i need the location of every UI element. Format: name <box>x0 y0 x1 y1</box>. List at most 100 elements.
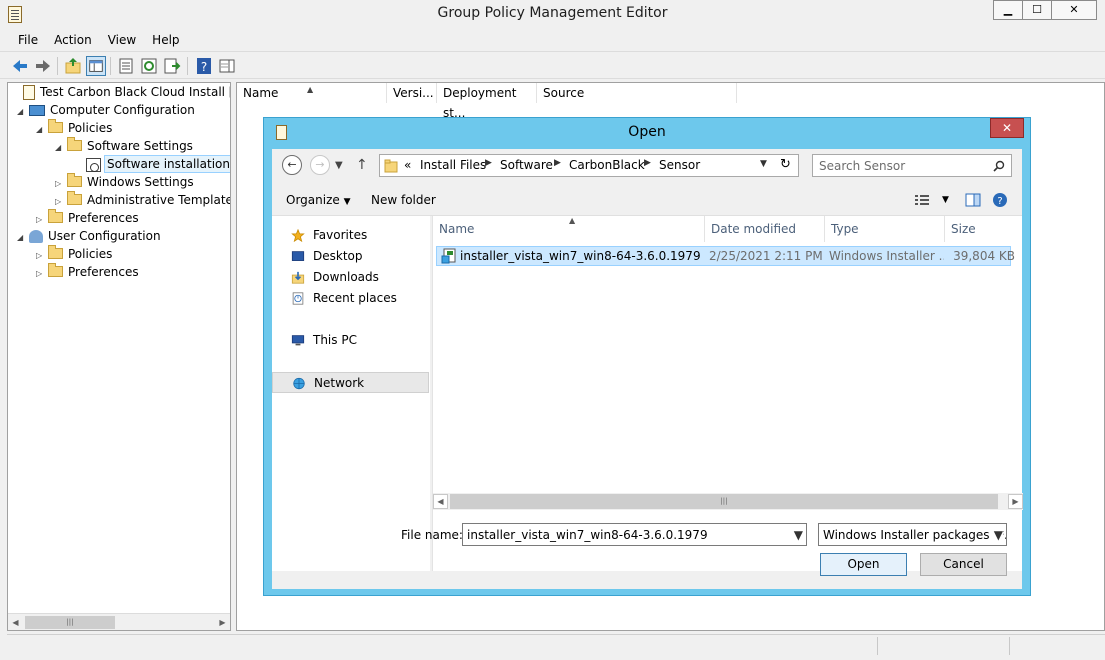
maximize-button[interactable]: ☐ <box>1022 0 1052 20</box>
tree-item-software-settings[interactable]: ◢ Software Settings <box>55 137 195 155</box>
expand-toggle[interactable]: ◢ <box>17 229 29 247</box>
nav-desktop[interactable]: Desktop <box>272 246 429 267</box>
search-icon[interactable] <box>993 160 1005 172</box>
dialog-body: ← → ▼ ↑ « Install Files ▶ Software ▶ Car… <box>272 149 1023 589</box>
search-input[interactable]: Search Sensor <box>819 159 905 173</box>
recent-locations-icon[interactable]: ▼ <box>335 160 343 171</box>
back-arrow-icon[interactable] <box>10 56 30 76</box>
scroll-left-arrow-icon[interactable]: ◀ <box>8 615 23 630</box>
menu-help[interactable]: Help <box>144 30 187 50</box>
expand-toggle[interactable]: ◢ <box>17 103 29 121</box>
tree-item-user-preferences[interactable]: ▷ Preferences <box>36 263 141 281</box>
computer-icon <box>29 105 45 116</box>
chevron-down-icon[interactable]: ▼ <box>794 528 803 542</box>
nav-network[interactable]: Network <box>272 372 429 393</box>
tree-item-gpo-root[interactable]: Test Carbon Black Cloud Install [PROD <box>11 83 230 101</box>
breadcrumb-install-files[interactable]: Install Files <box>420 158 486 172</box>
menu-view[interactable]: View <box>100 30 144 50</box>
up-folder-icon[interactable] <box>63 56 83 76</box>
navigation-pane[interactable]: Favorites Desktop Downloads Recent place… <box>272 216 430 571</box>
scroll-right-arrow-icon[interactable]: ▶ <box>1008 494 1023 509</box>
organize-button[interactable]: Organize ▼ <box>286 193 351 207</box>
refresh-icon[interactable]: ↻ <box>780 157 791 172</box>
breadcrumb-sensor[interactable]: Sensor <box>659 158 700 172</box>
scroll-thumb[interactable]: ||| <box>25 616 115 629</box>
tree-item-software-installation[interactable]: Software installation <box>74 155 230 173</box>
dialog-title-bar[interactable]: Open ✕ <box>264 118 1030 148</box>
export-list-icon[interactable] <box>162 56 182 76</box>
cancel-button[interactable]: Cancel <box>920 553 1007 576</box>
breadcrumb-software[interactable]: Software <box>500 158 553 172</box>
tree-item-computer-configuration[interactable]: ◢ Computer Configuration <box>17 101 197 119</box>
up-one-level-icon[interactable]: ↑ <box>356 157 368 173</box>
expand-toggle[interactable]: ◢ <box>55 139 67 157</box>
breadcrumb-overflow[interactable]: « <box>404 158 411 172</box>
properties-icon[interactable] <box>116 56 136 76</box>
expand-toggle[interactable]: ◢ <box>36 121 48 139</box>
dialog-close-button[interactable]: ✕ <box>990 118 1024 138</box>
console-tree[interactable]: Test Carbon Black Cloud Install [PROD ◢C… <box>7 82 231 631</box>
tree-item-user-configuration[interactable]: ◢ User Configuration <box>17 227 163 245</box>
user-icon <box>29 230 43 243</box>
tree-item-policies[interactable]: ◢ Policies <box>36 119 114 137</box>
show-hide-tree-icon[interactable] <box>86 56 106 76</box>
nav-this-pc[interactable]: This PC <box>272 330 429 351</box>
address-bar[interactable]: « Install Files ▶ Software ▶ CarbonBlack… <box>379 154 799 177</box>
address-dropdown-icon[interactable]: ▼ <box>760 159 767 169</box>
column-header-type[interactable]: Type <box>825 216 945 242</box>
folder-icon <box>67 137 82 151</box>
minimize-button[interactable]: ▁ <box>993 0 1023 20</box>
file-type-select[interactable]: Windows Installer packages (*.msi) ▼ <box>818 523 1007 546</box>
help-icon[interactable]: ? <box>194 56 214 76</box>
file-row[interactable]: installer_vista_win7_win8-64-3.6.0.1979 … <box>436 246 1015 266</box>
column-header-size[interactable]: Size <box>945 216 1023 242</box>
change-view-icon[interactable] <box>915 194 929 206</box>
new-folder-button[interactable]: New folder <box>371 193 436 207</box>
folder-icon <box>384 159 398 173</box>
preview-pane-icon[interactable] <box>965 192 981 208</box>
open-button[interactable]: Open <box>820 553 907 576</box>
nav-favorites[interactable]: Favorites <box>272 225 429 246</box>
column-source[interactable]: Source <box>537 83 737 103</box>
menu-file[interactable]: File <box>10 30 46 50</box>
this-pc-icon <box>291 335 305 346</box>
breadcrumb-separator-icon[interactable]: ▶ <box>485 158 492 168</box>
title-bar[interactable]: Group Policy Management Editor ▁ ☐ ✕ <box>0 0 1105 30</box>
breadcrumb-carbonblack[interactable]: CarbonBlack <box>569 158 645 172</box>
tree-item-administrative-templates[interactable]: ▷ Administrative Templates: <box>55 191 230 209</box>
scroll-thumb[interactable]: ||| <box>450 494 998 509</box>
scroll-left-arrow-icon[interactable]: ◀ <box>433 494 448 509</box>
svg-text:?: ? <box>997 196 1002 207</box>
help-icon[interactable]: ? <box>992 192 1008 208</box>
column-header-name[interactable]: Name ▲ <box>433 216 705 242</box>
column-version[interactable]: Versi... <box>387 83 437 103</box>
file-name-input[interactable]: installer_vista_win7_win8-64-3.6.0.1979 … <box>462 523 807 546</box>
refresh-icon[interactable] <box>139 56 159 76</box>
column-name[interactable]: Name ▲ <box>237 83 387 103</box>
tree-horizontal-scrollbar[interactable]: ◀ ||| ▶ <box>8 613 230 630</box>
tree-item-user-policies[interactable]: ▷ Policies <box>36 245 114 263</box>
expand-toggle[interactable]: ▷ <box>36 265 48 283</box>
forward-arrow-icon[interactable] <box>33 56 53 76</box>
sort-up-icon: ▲ <box>569 216 576 225</box>
tree-item-windows-settings[interactable]: ▷ Windows Settings <box>55 173 196 191</box>
close-button[interactable]: ✕ <box>1051 0 1097 20</box>
search-box[interactable]: Search Sensor <box>812 154 1012 177</box>
file-list-horizontal-scrollbar[interactable]: ◀ ||| ▶ <box>433 493 1023 510</box>
file-list[interactable]: Name ▲ Date modified Type Size installer_… <box>432 216 1023 571</box>
chevron-down-icon[interactable]: ▼ <box>991 528 1003 542</box>
column-header-date-modified[interactable]: Date modified <box>705 216 825 242</box>
breadcrumb-separator-icon[interactable]: ▶ <box>554 158 561 168</box>
nav-recent-places[interactable]: Recent places <box>272 288 429 309</box>
scroll-right-arrow-icon[interactable]: ▶ <box>215 615 230 630</box>
menu-action[interactable]: Action <box>46 30 100 50</box>
nav-downloads[interactable]: Downloads <box>272 267 429 288</box>
window-title: Group Policy Management Editor <box>437 5 668 21</box>
breadcrumb-separator-icon[interactable]: ▶ <box>644 158 651 168</box>
view-options-dropdown-icon[interactable]: ▼ <box>942 195 949 205</box>
back-button[interactable]: ← <box>282 155 302 175</box>
forward-button[interactable]: → <box>310 155 330 175</box>
show-action-pane-icon[interactable] <box>217 56 237 76</box>
tree-item-preferences[interactable]: ▷ Preferences <box>36 209 141 227</box>
column-deployment-state[interactable]: Deployment st... <box>437 83 537 120</box>
